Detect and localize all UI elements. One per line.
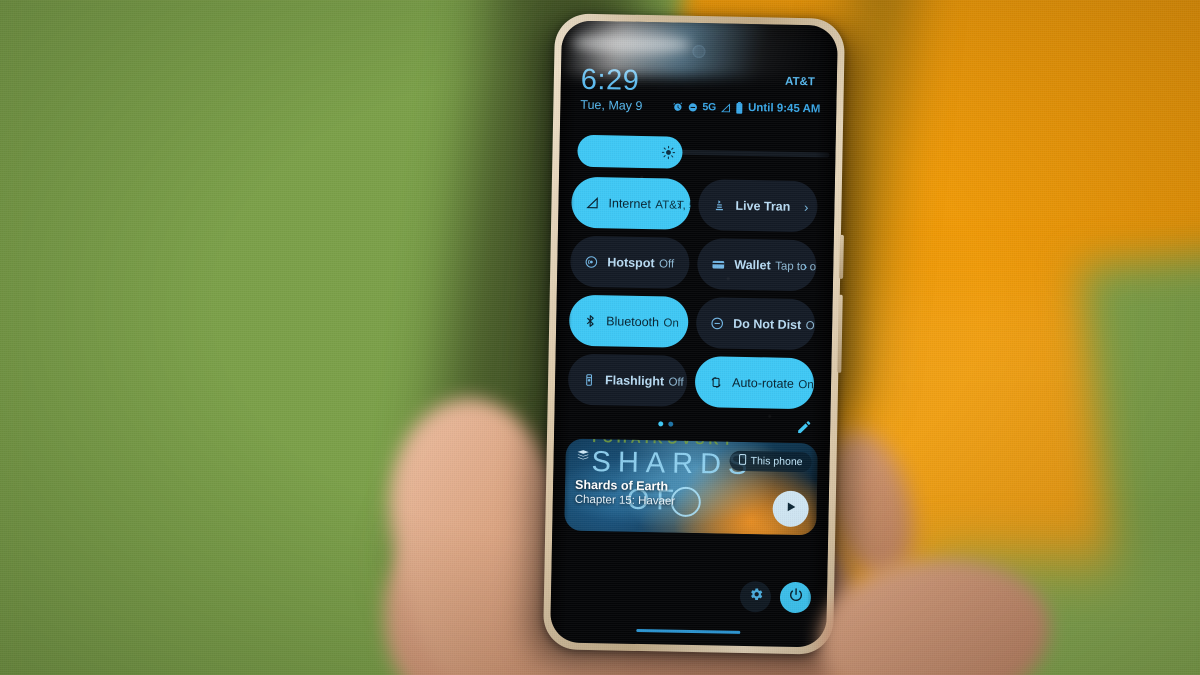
screenshot-scene: 6:29 AT&T Tue, May 9	[0, 0, 1200, 675]
photo-vignette	[0, 0, 1200, 675]
